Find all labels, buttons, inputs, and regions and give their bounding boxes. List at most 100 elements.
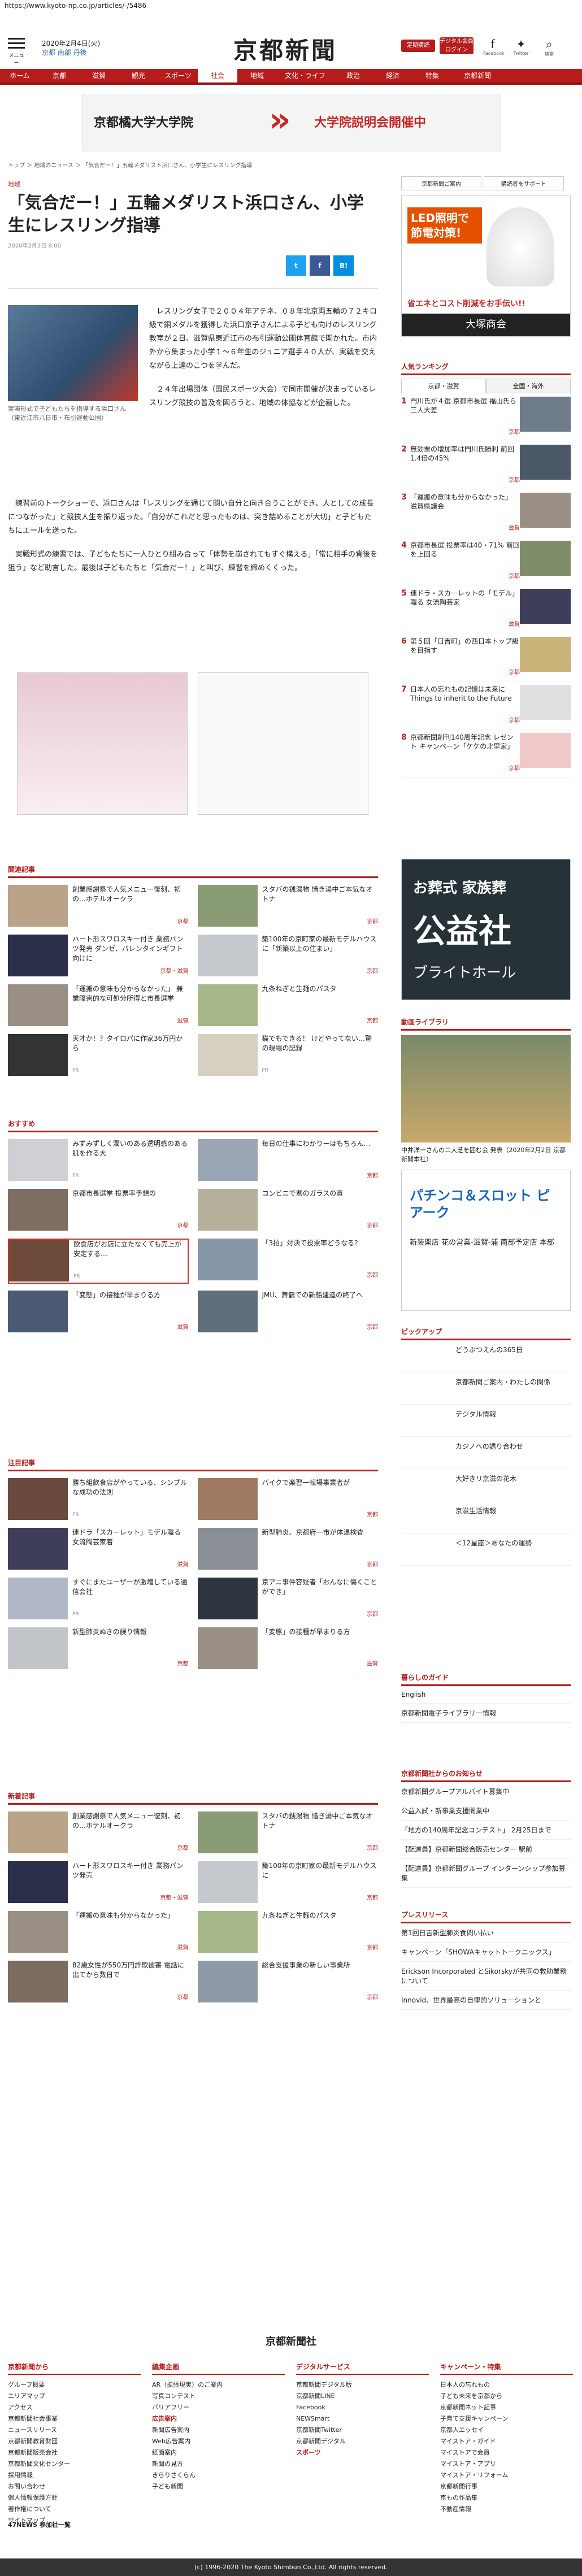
list-item[interactable]: JMU、舞鶴での新船建造の終了へ 京都 [197,1291,378,1333]
tab-national[interactable]: 全国・海外 [486,379,571,393]
footer-link[interactable]: 新聞広告案内 [152,2425,285,2436]
list-item[interactable]: 「変態」の接種が早まりる方 滋賀 [8,1291,189,1333]
notice-item[interactable]: 「地方の140周年記念コンテスト」 2月25日まで [401,1821,571,1840]
video-player[interactable] [401,1035,571,1143]
footer-link[interactable]: AR（拡張現実）のご案内 [152,2379,285,2391]
sidebar-ad-pachinko[interactable]: パチンコ＆スロット ピアーク 新装開店 花の営業-滋賀-浦 南部予定店 本部 [401,1170,571,1311]
footer-link[interactable]: 京都新聞LINE [296,2391,429,2402]
list-item-highlighted[interactable]: 飲食店がお店に立たなくても売上が安定する… PR [8,1239,189,1284]
list-item[interactable]: 「運搬の意味も分からなかった」 兼業障害的な可処分所得と市長選挙 滋賀 [8,984,189,1027]
sidebar-link[interactable]: 購読者をサポート [483,176,564,190]
list-item[interactable]: 九条ねぎと生麺のパスタ 京都 [197,1911,378,1954]
nav-item[interactable]: 特集 [412,69,452,82]
ranking-item[interactable]: 4 京都市長選 投票率は40・71% 前回を上回る 京都 [401,537,571,585]
list-item[interactable]: 「運搬の意味も分からなかった」 滋賀 [8,1911,189,1954]
pickup-item[interactable]: 大好きリ京滋の花木 [401,1469,571,1501]
list-item[interactable]: スタバの銭湯物 惜き湯中ご本気なオトナ 京都 [197,885,378,928]
footer-link[interactable]: Web広告案内 [152,2436,285,2447]
footer-link[interactable]: 京都新聞販売会社 [8,2447,141,2458]
notice-item[interactable]: 【配達員】京都新聞グループ インターンシップ参加募集 [401,1859,571,1888]
hatena-share-icon[interactable]: B! [333,255,354,276]
footer-link[interactable]: 京都新聞行事 [440,2481,573,2492]
list-item[interactable]: バイクで楽習一転場事業者が 京都 [197,1478,378,1521]
sidebar-ad-led[interactable]: LED照明で節電対策! 省エネとコスト削減をお手伝い!! 大塚商会 [401,196,571,337]
list-item[interactable]: 築100年の京町家の最新モデルハウスに 京都 [197,1861,378,1904]
article-ad-right[interactable] [198,672,368,815]
footer-link[interactable]: スポーツ [296,2447,429,2458]
footer-link[interactable]: 個人情報保護方針 [8,2492,141,2504]
nav-item[interactable]: 観光 [119,69,158,82]
list-item[interactable]: 連ドラ「スカーレット」モデル職る 女流陶芸家着 滋賀 [8,1528,189,1571]
life-guide-item[interactable]: 京都新聞電子ライブラリー情報 [401,1704,571,1723]
pickup-item[interactable]: ＜12星座＞あなたの運勢 [401,1534,571,1566]
list-item[interactable]: 創業感謝祭で人気メニュー復刻、初の…ホテルオークラ 京都 [8,885,189,928]
footer-link[interactable]: Facebook [296,2402,429,2413]
list-item[interactable]: ハート形スワロスキー付き 業務パンツ発売 ダンゼ、バレンタインギフト向けに 京都・… [8,935,189,978]
pickup-item[interactable]: カジノへの誘り合わせ [401,1437,571,1469]
footer-link[interactable]: 著作権について [8,2504,141,2515]
footer-link[interactable]: マイストア・リフォーム [440,2470,573,2481]
list-item[interactable]: 築100年の京町家の最新モデルハウスに「新築以上の住まい」 京都 [197,935,378,978]
list-item[interactable]: すぐにまたユーザーが激増している通信会社 PR [8,1578,189,1621]
press-item[interactable]: 第1回日吉新型肺炎食問い払い [401,1923,571,1943]
list-item[interactable]: 「変態」の接種が早まりる方 滋賀 [197,1627,378,1670]
notice-item[interactable]: 京都新聞グループアルバイト募集中 [401,1782,571,1801]
article-category[interactable]: 地域 [8,180,378,189]
footer-link[interactable]: エリアマップ [8,2391,141,2402]
footer-link[interactable]: マイストア・ガイド [440,2436,573,2447]
footer-link[interactable]: 不動産情報 [440,2504,573,2515]
footer-link[interactable]: 採用情報 [8,2470,141,2481]
footer-link[interactable]: きらりさくらん [152,2470,285,2481]
footer-logo[interactable]: 京都新聞社 [0,2334,582,2348]
nav-item[interactable]: 滋賀 [79,69,119,82]
twitter-share-icon[interactable]: t [286,255,306,276]
nav-item[interactable]: 京都新聞 [452,69,503,82]
nav-item[interactable]: スポーツ [158,69,198,82]
list-item[interactable]: 勝ち組飲食店がやっている、シンプルな成功の法則 PR [8,1478,189,1521]
press-item[interactable]: Erickson Incorporated とSikorskyが共同の救助業務に… [401,1962,571,1991]
list-item[interactable]: 九条ねぎと生麺のパスタ 京都 [197,984,378,1027]
list-item[interactable]: ハート形スワロスキー付き 業務パンツ発売 京都・滋賀 [8,1861,189,1904]
press-item[interactable]: Innovid、世界最高の自律的ソリューションと [401,1991,571,2010]
tab-kyoto-shiga[interactable]: 京都・滋賀 [401,379,486,393]
nav-item[interactable]: 地域 [237,69,277,82]
footer-link[interactable]: 広告案内 [152,2413,285,2425]
weather-city[interactable]: 南部 [58,49,71,57]
footer-link[interactable]: マイストアで会員 [440,2447,573,2458]
list-item[interactable]: 創業感謝祭で人気メニュー復刻、初の…ホテルオークラ 京都 [8,1812,189,1854]
footer-link[interactable]: 京都新聞文化センター [8,2458,141,2470]
footer-link[interactable]: 写真コンテスト [152,2391,285,2402]
nav-item[interactable]: 京都 [40,69,79,82]
footer-link[interactable]: アクセス [8,2402,141,2413]
weather-city[interactable]: 京都 [42,49,55,57]
footer-link[interactable]: 京都人エッセイ [440,2425,573,2436]
twitter-icon[interactable]: ✦ Twitter [511,37,531,56]
notice-item[interactable]: 公益入試・新事業支援開業中 [401,1801,571,1821]
facebook-share-icon[interactable]: f [310,255,330,276]
list-item[interactable]: 猫でもできる！ けどやってない…驚の現場の記録 PR [197,1034,379,1077]
sidebar-ad-funeral[interactable]: お葬式 家族葬 公益社 ブライトホール [401,859,571,1000]
list-item[interactable]: 82歳女性が550万円詐欺被害 電話に出てから数日で 京都 [8,1961,189,2004]
footer-link[interactable]: ニュースリリース [8,2425,141,2436]
facebook-icon[interactable]: f Facebook [483,37,505,56]
nav-item-active[interactable]: 社会 [198,69,237,82]
list-item[interactable]: 「3拍」対決で投票率どうなる？ 京都 [197,1239,378,1282]
footer-link[interactable]: 子ども未来を京都から [440,2391,573,2402]
pickup-item[interactable]: デジタル情報 [401,1405,571,1437]
nav-item[interactable]: 政治 [333,69,373,82]
ranking-item[interactable]: 1 門川氏が４選 京都市長選 福山氏ら三人大差 京都 [401,393,571,441]
ranking-item[interactable]: 2 無効票の増加率は門川氏勝利 前回1.4倍の45% 京都 [401,441,571,489]
list-item[interactable]: スタバの銭湯物 惜き湯中ご本気なオトナ 京都 [197,1812,378,1854]
ranking-item[interactable]: 7 日本人の忘れもの記憶は未来に Things to inherit to the… [401,681,571,729]
list-item[interactable]: 毎日の仕事にわかりーはもちろん… 京都 [197,1139,378,1182]
pickup-item[interactable]: 京滋生活情報 [401,1501,571,1534]
footer-link[interactable]: 京都新聞教育財団 [8,2436,141,2447]
breadcrumb[interactable]: トップ ＞ 地域のニュース ＞ 「気合だー！」五輪メダリスト浜口さん、小学生にレ… [8,160,252,169]
nav-item[interactable]: 経済 [373,69,412,82]
footer-link[interactable]: 京都新聞デジタル [296,2436,429,2447]
footer-link[interactable]: 京都新聞社会事業 [8,2413,141,2425]
search-icon[interactable]: ⌕ 検索 [540,37,559,57]
footer-link[interactable]: 紙面案内 [152,2447,285,2458]
ranking-item[interactable]: 8 京都新聞創刊140周年記念 レゼント キャンペーン「ケケの北里家」 京都 [401,729,571,777]
hamburger-menu-icon[interactable]: メニュー [8,35,25,66]
